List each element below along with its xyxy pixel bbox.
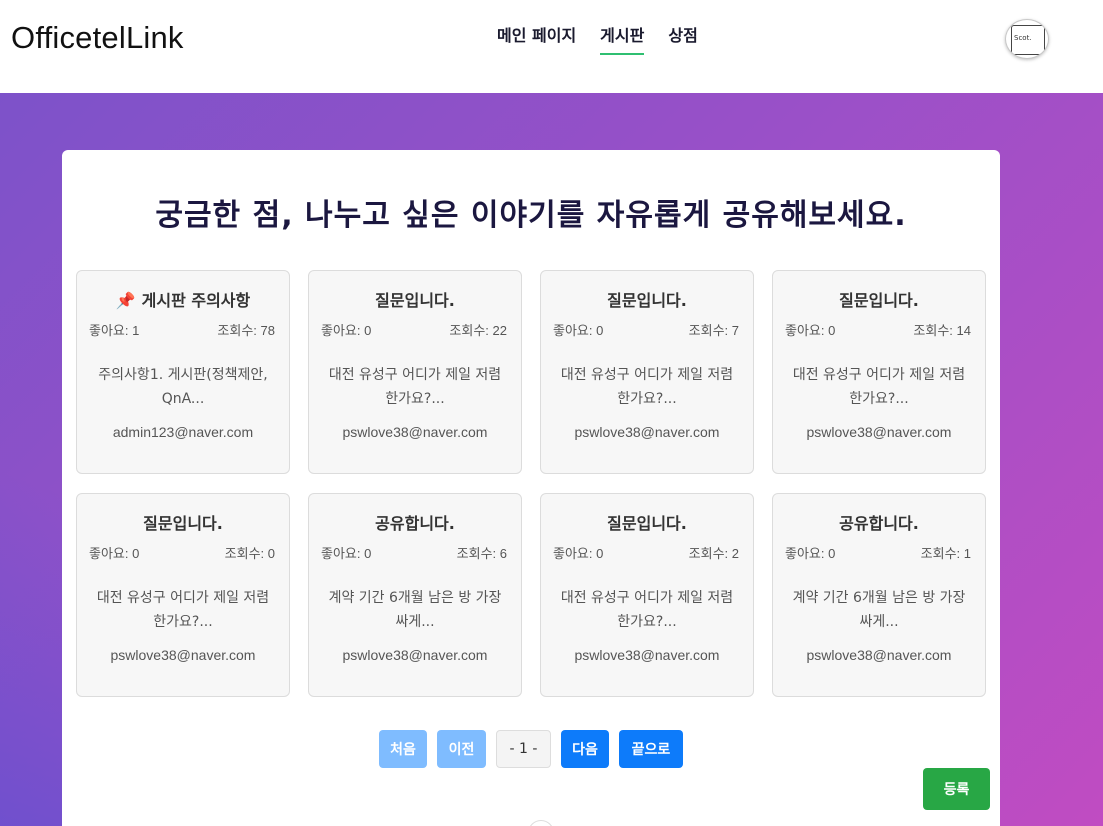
post-meta: 좋아요: 0 조회수: 2 bbox=[553, 543, 739, 562]
post-meta: 좋아요: 0 조회수: 22 bbox=[321, 320, 507, 339]
post-title-text: 질문입니다. bbox=[143, 514, 223, 533]
post-author: pswlove38@naver.com bbox=[342, 424, 488, 440]
post-meta: 좋아요: 1 조회수: 78 bbox=[89, 320, 275, 339]
post-title: 📌 게시판 주의사항 bbox=[77, 287, 289, 311]
nav-item-shop[interactable]: 상점 bbox=[668, 22, 697, 55]
post-meta: 좋아요: 0 조회수: 0 bbox=[89, 543, 275, 562]
post-title-text: 공유합니다. bbox=[375, 514, 455, 533]
post-views: 조회수: 2 bbox=[688, 546, 739, 561]
post-card[interactable]: 📌 게시판 주의사항 좋아요: 1 조회수: 78 주의사항1. 게시판(정책제안, Q… bbox=[76, 270, 290, 474]
post-card[interactable]: 질문입니다. 좋아요: 0 조회수: 14 대전 유성구 어디가 제일 저렴한가요?.… bbox=[772, 270, 986, 474]
post-card[interactable]: 공유합니다. 좋아요: 0 조회수: 1 계약 기간 6개월 남은 방 가장 싸게..… bbox=[772, 493, 986, 697]
post-title-text: 공유합니다. bbox=[839, 514, 919, 533]
board-panel: 궁금한 점, 나누고 싶은 이야기를 자유롭게 공유해보세요. bbox=[62, 150, 1000, 826]
post-preview: 대전 유성구 어디가 제일 저렴한가요?... bbox=[792, 367, 966, 407]
post-title-text: 게시판 주의사항 bbox=[141, 291, 251, 310]
post-views: 조회수: 0 bbox=[224, 546, 275, 561]
page-title: 궁금한 점, 나누고 싶은 이야기를 자유롭게 공유해보세요. bbox=[155, 198, 907, 233]
post-title-text: 질문입니다. bbox=[375, 291, 455, 310]
post-author: pswlove38@naver.com bbox=[806, 424, 952, 440]
post-title-text: 질문입니다. bbox=[607, 291, 687, 310]
post-views: 조회수: 7 bbox=[688, 323, 739, 338]
current-page-indicator: - 1 - bbox=[496, 730, 551, 768]
post-author: pswlove38@naver.com bbox=[342, 647, 488, 663]
register-button[interactable]: 등록 bbox=[923, 768, 990, 810]
post-title: 공유합니다. bbox=[309, 510, 521, 534]
post-title: 질문입니다. bbox=[309, 287, 521, 311]
post-likes: 좋아요: 0 bbox=[89, 546, 140, 561]
post-likes: 좋아요: 1 bbox=[89, 323, 140, 338]
post-likes: 좋아요: 0 bbox=[785, 323, 836, 338]
post-views: 조회수: 78 bbox=[217, 323, 275, 338]
post-meta: 좋아요: 0 조회수: 14 bbox=[785, 320, 971, 339]
post-likes: 좋아요: 0 bbox=[553, 323, 604, 338]
post-author: admin123@naver.com bbox=[112, 424, 254, 440]
nav-item-main[interactable]: 메인 페이지 bbox=[497, 22, 576, 55]
next-page-button[interactable]: 다음 bbox=[561, 730, 609, 768]
post-preview: 계약 기간 6개월 남은 방 가장 싸게... bbox=[328, 590, 502, 630]
post-preview: 계약 기간 6개월 남은 방 가장 싸게... bbox=[792, 590, 966, 630]
post-title: 질문입니다. bbox=[773, 287, 985, 311]
post-views: 조회수: 1 bbox=[920, 546, 971, 561]
prev-page-button[interactable]: 이전 bbox=[437, 730, 486, 768]
post-preview: 대전 유성구 어디가 제일 저렴한가요?... bbox=[96, 590, 270, 630]
main-nav: 메인 페이지 게시판 상점 bbox=[497, 22, 698, 55]
post-meta: 좋아요: 0 조회수: 6 bbox=[321, 543, 507, 562]
user-avatar[interactable]: Scot. bbox=[1005, 19, 1049, 59]
post-preview: 대전 유성구 어디가 제일 저렴한가요?... bbox=[560, 367, 734, 407]
post-card[interactable]: 질문입니다. 좋아요: 0 조회수: 7 대전 유성구 어디가 제일 저렴한가요?..… bbox=[540, 270, 754, 474]
post-title: 질문입니다. bbox=[77, 510, 289, 534]
site-logo[interactable]: OfficetelLink bbox=[11, 20, 184, 56]
pin-icon: 📌 bbox=[115, 291, 136, 310]
post-card[interactable]: 질문입니다. 좋아요: 0 조회수: 22 대전 유성구 어디가 제일 저렴한가요?.… bbox=[308, 270, 522, 474]
post-views: 조회수: 6 bbox=[456, 546, 507, 561]
post-card[interactable]: 질문입니다. 좋아요: 0 조회수: 2 대전 유성구 어디가 제일 저렴한가요?..… bbox=[540, 493, 754, 697]
post-preview: 대전 유성구 어디가 제일 저렴한가요?... bbox=[560, 590, 734, 630]
post-meta: 좋아요: 0 조회수: 1 bbox=[785, 543, 971, 562]
post-author: pswlove38@naver.com bbox=[574, 647, 720, 663]
post-views: 조회수: 22 bbox=[449, 323, 507, 338]
last-page-button[interactable]: 끝으로 bbox=[619, 730, 683, 768]
post-likes: 좋아요: 0 bbox=[321, 546, 372, 561]
post-author: pswlove38@naver.com bbox=[574, 424, 720, 440]
post-title-text: 질문입니다. bbox=[607, 514, 687, 533]
post-meta: 좋아요: 0 조회수: 7 bbox=[553, 320, 739, 339]
post-title-text: 질문입니다. bbox=[839, 291, 919, 310]
post-preview: 대전 유성구 어디가 제일 저렴한가요?... bbox=[328, 367, 502, 407]
avatar-image: Scot. bbox=[1011, 25, 1045, 55]
post-card[interactable]: 공유합니다. 좋아요: 0 조회수: 6 계약 기간 6개월 남은 방 가장 싸게..… bbox=[308, 493, 522, 697]
nav-item-board[interactable]: 게시판 bbox=[600, 22, 645, 55]
post-title: 질문입니다. bbox=[541, 510, 753, 534]
site-header: OfficetelLink 메인 페이지 게시판 상점 Scot. bbox=[0, 0, 1103, 93]
post-author: pswlove38@naver.com bbox=[110, 647, 256, 663]
post-likes: 좋아요: 0 bbox=[553, 546, 604, 561]
post-card[interactable]: 질문입니다. 좋아요: 0 조회수: 0 대전 유성구 어디가 제일 저렴한가요?..… bbox=[76, 493, 290, 697]
first-page-button[interactable]: 처음 bbox=[379, 730, 427, 768]
post-likes: 좋아요: 0 bbox=[785, 546, 836, 561]
post-likes: 좋아요: 0 bbox=[321, 323, 372, 338]
post-title: 질문입니다. bbox=[541, 287, 753, 311]
post-author: pswlove38@naver.com bbox=[806, 647, 952, 663]
post-views: 조회수: 14 bbox=[913, 323, 971, 338]
post-preview: 주의사항1. 게시판(정책제안, QnA... bbox=[98, 367, 268, 407]
post-title: 공유합니다. bbox=[773, 510, 985, 534]
